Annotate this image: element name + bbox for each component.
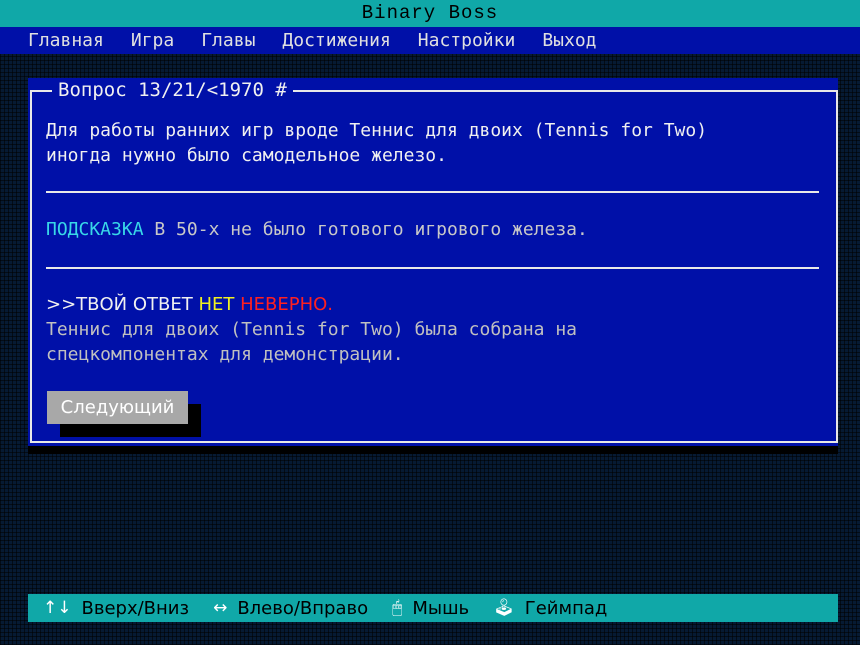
answer-result: НЕВЕРНО.: [234, 294, 334, 315]
hint-label: ПОДСКАЗКА: [46, 219, 144, 240]
up-down-arrows-icon: ↑↓: [43, 598, 72, 618]
divider: [46, 191, 819, 193]
menu-item-exit[interactable]: Выход: [542, 30, 596, 51]
mouse-icon: 🖱: [392, 598, 403, 618]
answer-explanation: Теннис для двоих (Tennis for Two) была с…: [46, 319, 578, 365]
game-title: Binary Boss: [0, 0, 860, 27]
menu-item-settings[interactable]: Настройки: [418, 30, 516, 51]
control-mouse: 🖱 Мышь: [392, 598, 469, 619]
menu-item-home[interactable]: Главная: [28, 30, 104, 51]
control-up-down: ↑↓ Вверх/Вниз: [43, 598, 189, 619]
menu-item-chapters[interactable]: Главы: [201, 30, 255, 51]
left-right-arrows-icon: ↔: [213, 598, 228, 618]
hint: ПОДСКАЗКА В 50-х не было готового игрово…: [46, 217, 588, 242]
control-label: Вверх/Вниз: [81, 597, 190, 619]
controls-bar: ↑↓ Вверх/Вниз ↔ Влево/Вправо 🖱 Мышь 🕹 Ге…: [28, 594, 838, 622]
control-gamepad: 🕹 Геймпад: [493, 598, 607, 619]
hint-text: В 50-х не было готового игрового железа.: [143, 219, 588, 240]
menu-item-game[interactable]: Игра: [131, 30, 174, 51]
joystick-icon: 🕹: [493, 598, 515, 618]
control-label: Геймпад: [524, 597, 608, 619]
control-left-right: ↔ Влево/Вправо: [213, 598, 368, 619]
answer-prefix: >>ТВОЙ ОТВЕТ: [46, 294, 199, 315]
answer-line: >>ТВОЙ ОТВЕТ НЕТ НЕВЕРНО.: [46, 292, 333, 317]
answer-value: НЕТ: [198, 294, 235, 315]
control-label: Влево/Вправо: [237, 597, 369, 619]
next-button[interactable]: Следующий: [47, 391, 188, 424]
divider: [46, 267, 819, 269]
window-shadow: [28, 446, 838, 454]
question-text: Для работы ранних игр вроде Теннис для д…: [46, 120, 708, 166]
question-header: Вопрос 13/21/<1970 #: [52, 78, 293, 102]
main-menu: Главная Игра Главы Достижения Настройки …: [0, 27, 860, 54]
control-label: Мышь: [412, 597, 470, 619]
menu-item-achievements[interactable]: Достижения: [282, 30, 390, 51]
